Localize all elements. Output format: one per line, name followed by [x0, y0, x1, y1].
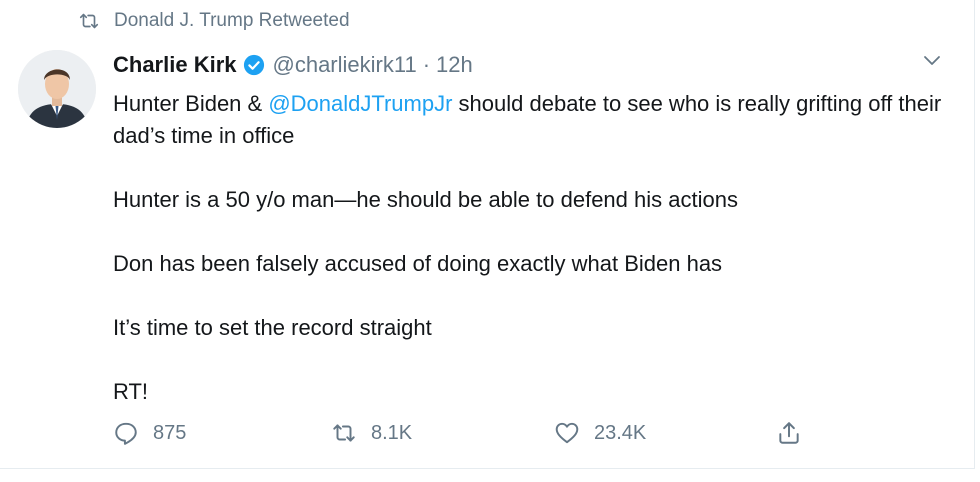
reply-icon [115, 422, 137, 445]
retweet-context-label[interactable]: Donald J. Trump Retweeted [114, 10, 350, 32]
avatar[interactable] [18, 50, 96, 128]
reply-button[interactable]: 875 [113, 420, 186, 446]
retweet-count: 8.1K [371, 421, 413, 444]
retweet-icon [333, 424, 355, 442]
reply-count: 875 [153, 421, 187, 444]
like-button[interactable]: 23.4K [554, 420, 646, 446]
tweet-paragraph: Hunter Biden & @DonaldJTrumpJr should de… [113, 91, 942, 148]
tweet-text: Hunter Biden & @DonaldJTrumpJr should de… [113, 88, 963, 408]
tweet-paragraph: Hunter is a 50 y/o man—he should be able… [113, 187, 738, 212]
tweet-paragraph: It’s time to set the record straight [113, 315, 432, 340]
author-name[interactable]: Charlie Kirk [113, 52, 237, 78]
tweet-header: Charlie Kirk @charliekirk11 · 12h [113, 52, 473, 78]
tweet-paragraph: RT! [113, 379, 149, 404]
tweet-card[interactable]: Donald J. Trump Retweeted Charlie Kirk @… [0, 0, 975, 469]
retweet-context: Donald J. Trump Retweeted [78, 10, 350, 32]
verified-badge-icon [243, 54, 264, 76]
mention-link[interactable]: @DonaldJTrumpJr [268, 91, 452, 116]
separator-dot: · [422, 52, 431, 77]
chevron-down-icon[interactable] [920, 48, 944, 72]
share-icon [779, 422, 799, 444]
tweet-timestamp[interactable]: 12h [436, 52, 473, 78]
retweet-icon [79, 13, 99, 29]
like-icon [555, 422, 579, 444]
tweet-paragraph: Don has been falsely accused of doing ex… [113, 251, 723, 276]
tweet-actions: 875 8.1K 23.4K [113, 420, 833, 454]
retweet-button[interactable]: 8.1K [331, 420, 412, 446]
author-handle[interactable]: @charliekirk11 [273, 52, 417, 78]
share-button[interactable] [776, 420, 816, 446]
like-count: 23.4K [594, 421, 647, 444]
